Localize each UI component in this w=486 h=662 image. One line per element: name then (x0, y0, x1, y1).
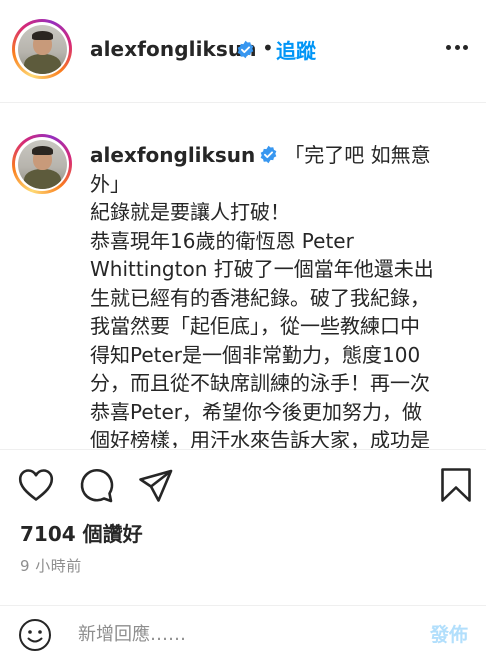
verified-badge-icon (260, 145, 277, 164)
action-bar (0, 466, 486, 506)
more-options-icon[interactable] (446, 44, 468, 50)
caption-line: 「完了吧 如無意 (284, 143, 431, 167)
author-username[interactable]: alexfongliksun (90, 37, 257, 61)
heart-icon[interactable] (18, 468, 54, 502)
caption-avatar[interactable] (12, 134, 72, 194)
caption-username[interactable]: alexfongliksun (90, 143, 255, 167)
post-timestamp[interactable]: 9 小時前 (20, 555, 82, 576)
caption-line: 恭喜Peter，希望你今後更加努力，做 (90, 399, 423, 424)
caption-line: 紀錄就是要讓人打破！ (90, 200, 290, 224)
caption-line: Whittington 打破了一個當年他還未出 (90, 257, 434, 281)
emoji-icon[interactable] (18, 618, 52, 652)
caption-line: 外」 (90, 171, 130, 196)
caption-section: alexfongliksun 「完了吧 如無意 外」 紀錄就是要讓人打破！ 恭喜現… (0, 103, 486, 448)
post-header: alexfongliksun • 追蹤 (0, 0, 486, 102)
caption-divider (0, 449, 486, 450)
caption-line: 我當然要「起佢底」，從一些教練口中 (90, 314, 420, 338)
caption-line: 恭喜現年16歲的衛恆恩 Peter (90, 228, 354, 253)
comment-bar: 發佈 (0, 606, 486, 662)
likes-count[interactable]: 7104 個讚好 (20, 518, 143, 547)
comment-icon[interactable] (78, 468, 114, 504)
bookmark-icon[interactable] (440, 467, 472, 503)
follow-button[interactable]: 追蹤 (276, 35, 316, 64)
caption-line: 分，而且從不缺席訓練的泳手！再一次 (90, 371, 430, 395)
caption-text: alexfongliksun 「完了吧 如無意 外」 紀錄就是要讓人打破！ 恭喜現… (90, 141, 470, 448)
caption-first-line: alexfongliksun 「完了吧 如無意 (90, 141, 470, 170)
caption-line: 得知Peter是一個非常勤力，態度100 (90, 342, 421, 367)
caption-line: 個好榜樣，用汗水來告訴大家，成功是 (90, 428, 430, 448)
comment-input[interactable] (78, 619, 408, 649)
caption-line: 生就已經有的香港紀錄。破了我紀錄， (90, 285, 430, 310)
post-button[interactable]: 發佈 (430, 620, 468, 647)
verified-badge-icon (237, 40, 254, 59)
share-icon[interactable] (138, 469, 174, 503)
author-avatar[interactable] (12, 19, 72, 79)
separator-dot: • (262, 36, 274, 60)
